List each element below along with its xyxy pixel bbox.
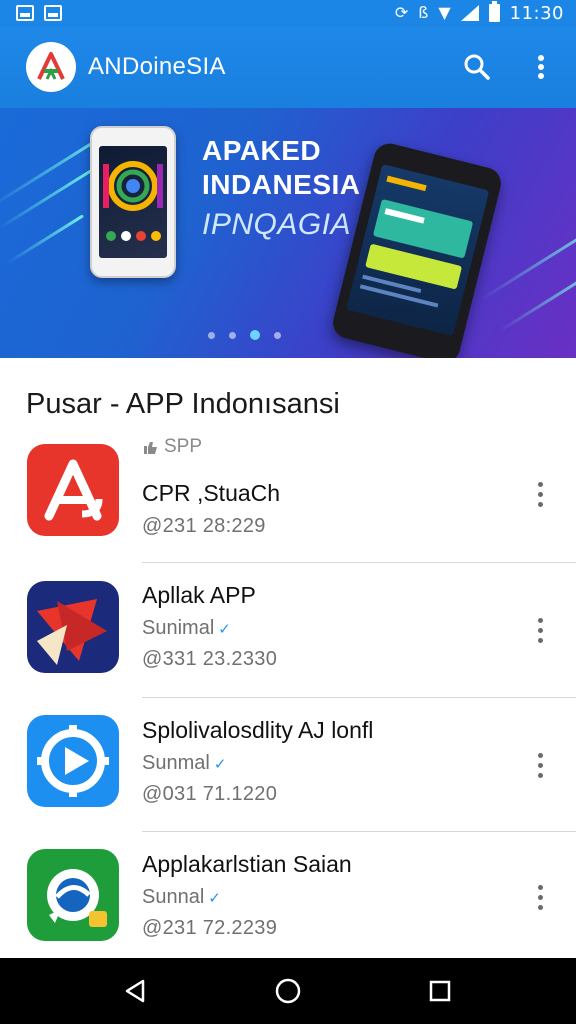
item-date: @331 23.2330 [142, 648, 278, 670]
banner-streak [480, 218, 576, 301]
banner-phone-left [90, 126, 176, 278]
item-date: @031 71.1220 [142, 783, 278, 805]
dot [537, 491, 543, 497]
item-subtitle-text: Sunmal [142, 752, 210, 774]
sync-icon: ⟳ [394, 3, 409, 22]
item-more-button[interactable] [530, 474, 550, 514]
item-more-button[interactable] [530, 745, 550, 785]
carousel-dot[interactable] [274, 331, 281, 339]
dot [537, 762, 543, 768]
status-bar: ⟳ ß ▼ 11:30 [0, 0, 576, 26]
vibrate-icon: ß [418, 3, 429, 22]
recents-button[interactable] [420, 971, 460, 1011]
dot [537, 627, 543, 633]
overflow-menu-button[interactable] [526, 52, 556, 82]
chat-bubble-icon [27, 849, 119, 941]
back-button[interactable] [116, 971, 156, 1011]
wifi-icon: ▼ [438, 3, 451, 22]
app-bar: ANDoineSIA [0, 26, 576, 108]
dot [537, 884, 543, 890]
sim-icon [44, 5, 62, 21]
clock: 11:30 [509, 2, 564, 24]
divider [142, 562, 576, 563]
divider [142, 697, 576, 698]
item-subtitle: Sunimal ✓ [142, 617, 277, 640]
item-name: Apllak APP [142, 582, 256, 608]
dot [537, 501, 543, 507]
app-logo[interactable] [26, 42, 76, 92]
item-tag: SPP [142, 436, 280, 458]
item-more-button[interactable] [530, 610, 550, 650]
red-star-logo-icon [27, 581, 119, 673]
item-date: @231 72.2239 [142, 917, 278, 939]
carousel-dot[interactable] [208, 331, 215, 339]
dot [537, 894, 543, 900]
item-tag-label: SPP [164, 436, 203, 457]
battery-icon [488, 1, 500, 22]
dot [537, 772, 543, 778]
item-name: Applakarlstian Saian [142, 851, 352, 877]
signal-icon [460, 5, 479, 21]
item-subtitle-text: Sunnal [142, 886, 205, 908]
list-item[interactable]: Apllak APP Sunimal ✓ @331 23.2330 [0, 564, 576, 698]
item-date: @231 28:229 [142, 515, 266, 537]
banner-line-3: IPNQAGIA [202, 208, 352, 241]
dot [537, 904, 543, 910]
carousel-indicator [208, 330, 281, 340]
search-icon [464, 54, 490, 80]
home-icon [275, 978, 301, 1004]
section-title: Pusar - APP Indonısansi [26, 388, 340, 420]
search-button[interactable] [462, 52, 492, 82]
status-right-icons: ⟳ ß ▼ 11:30 [394, 1, 564, 24]
item-subtitle: Sunnal ✓ [142, 886, 352, 909]
dot [537, 481, 543, 487]
dot [537, 637, 543, 643]
verified-icon: ✓ [213, 754, 227, 773]
promo-banner[interactable]: APAKED INDANESIA IPNQAGIA [0, 108, 576, 358]
image-icon [16, 5, 34, 21]
item-name: Splolivalosdlity AJ lonfl [142, 717, 374, 743]
red-a-logo-icon [27, 444, 119, 536]
app-title: ANDoineSIA [88, 53, 226, 80]
phone-screen [99, 146, 167, 258]
play-compass-icon [27, 715, 119, 807]
dot [537, 752, 543, 758]
banner-streak [498, 266, 576, 333]
banner-line-1: APAKED [202, 135, 322, 166]
banner-streak [0, 169, 93, 230]
carousel-dot-active[interactable] [250, 330, 260, 340]
list-item[interactable]: Splolivalosdlity AJ lonfl Sunmal ✓ @031 … [0, 699, 576, 833]
logo-a-icon [37, 52, 65, 80]
more-vert-icon [538, 55, 544, 79]
verified-icon: ✓ [208, 888, 221, 907]
system-nav-bar [0, 958, 576, 1024]
back-icon [125, 979, 145, 1003]
recents-icon [429, 980, 451, 1002]
item-more-button[interactable] [530, 877, 550, 917]
item-subtitle: Sunmal ✓ [142, 752, 373, 775]
verified-icon: ✓ [218, 619, 231, 638]
status-left-icons [16, 5, 62, 21]
list-item[interactable]: Applakarlstian Saian Sunnal ✓ @231 72.22… [0, 833, 576, 967]
banner-streak [6, 214, 84, 265]
phone-screen [346, 164, 490, 337]
dot [537, 617, 543, 623]
list-item[interactable]: SPP CPR ,StuaCh @231 28:229 [0, 430, 576, 564]
banner-line-2: INDANESIA [202, 169, 361, 200]
item-name: CPR ,StuaCh [142, 480, 281, 506]
carousel-dot[interactable] [229, 331, 236, 339]
banner-headline: APAKED INDANESIA IPNQAGIA [202, 134, 361, 246]
item-subtitle-text: Sunimal [142, 617, 215, 639]
home-button[interactable] [268, 971, 308, 1011]
thumb-icon [144, 442, 157, 454]
divider [142, 831, 576, 832]
